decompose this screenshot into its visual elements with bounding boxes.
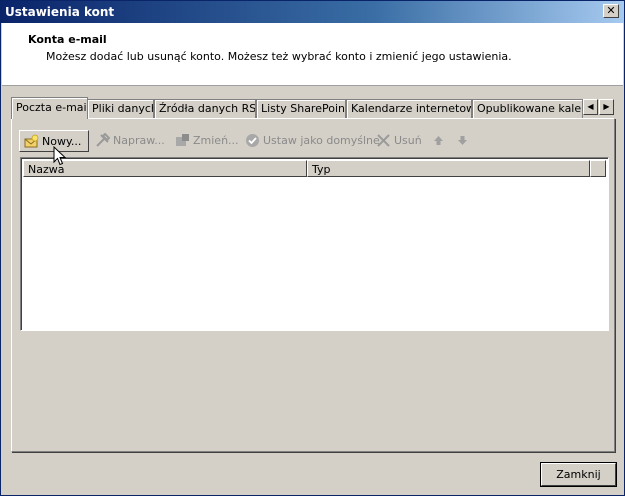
chevron-right-icon: ▶ [603,102,610,111]
list-header: Nazwa Typ [23,160,606,177]
header-description: Możesz dodać lub usunąć konto. Możesz te… [46,50,512,63]
delete-x-icon [377,134,390,147]
tab-rss-feeds[interactable]: Źródła danych RSS [154,99,256,118]
chevron-left-icon: ◀ [587,102,594,111]
tab-sharepoint-lists-label: Listy SharePoint [261,102,346,115]
repair-tools-icon [96,133,110,147]
arrow-down-icon [458,136,467,145]
move-down-button[interactable] [451,130,471,152]
repair-button[interactable]: Napraw... [91,130,169,152]
dialog-header: Konta e-mail Możesz dodać lub usunąć kon… [2,23,623,86]
new-mail-account-icon [24,134,39,148]
window-title: Ustawienia kont [5,5,115,19]
title-bar: Ustawienia kont ✕ [1,1,624,23]
close-icon: ✕ [606,4,616,17]
repair-label: Napraw... [113,134,165,147]
tab-data-files-label: Pliki danych [92,102,154,115]
checkmark-circle-icon [246,134,259,147]
move-up-button[interactable] [427,130,447,152]
tab-scroll-right-button[interactable]: ▶ [599,99,614,115]
accounts-list[interactable]: Nazwa Typ [20,157,609,331]
set-default-button[interactable]: Ustaw jako domyślne [241,130,380,152]
tab-strip: Poczta e-mail Pliki danych Źródła danych… [11,97,614,119]
column-header-filler [590,160,606,177]
change-button[interactable]: Zmień... [171,130,239,152]
email-tab-panel: Nowy... Napraw... Zmień... Ustaw jako do… [11,118,615,452]
close-dialog-button[interactable]: Zamknij [541,463,616,486]
accounts-toolbar: Nowy... Napraw... Zmień... Ustaw jako do… [19,130,599,152]
arrow-up-icon [434,136,443,145]
column-type-label: Typ [312,163,331,176]
column-header-type[interactable]: Typ [307,160,590,177]
tab-sharepoint-lists[interactable]: Listy SharePoint [256,99,346,118]
close-window-button[interactable]: ✕ [603,4,619,18]
tab-internet-calendars[interactable]: Kalendarze internetowe [346,99,472,118]
tab-published-calendars-label: Opublikowane kalendarze [477,102,582,115]
set-default-label: Ustaw jako domyślne [263,134,380,147]
tab-scroll-left-button[interactable]: ◀ [583,99,598,115]
tab-internet-calendars-label: Kalendarze internetowe [351,102,472,115]
remove-button[interactable]: Usuń [372,130,422,152]
mouse-pointer-icon [53,146,67,166]
change-account-icon [176,134,189,146]
tab-rss-feeds-label: Źródła danych RSS [159,102,256,115]
account-settings-window: Ustawienia kont ✕ Konta e-mail Możesz do… [0,0,625,496]
tab-email[interactable]: Poczta e-mail [11,97,88,119]
remove-label: Usuń [394,134,422,147]
change-label: Zmień... [193,134,239,147]
header-title: Konta e-mail [28,33,107,46]
tab-published-calendars[interactable]: Opublikowane kalendarze [472,99,583,118]
tab-email-label: Poczta e-mail [16,101,88,114]
tab-data-files[interactable]: Pliki danych [87,99,154,118]
close-dialog-label: Zamknij [556,468,601,481]
